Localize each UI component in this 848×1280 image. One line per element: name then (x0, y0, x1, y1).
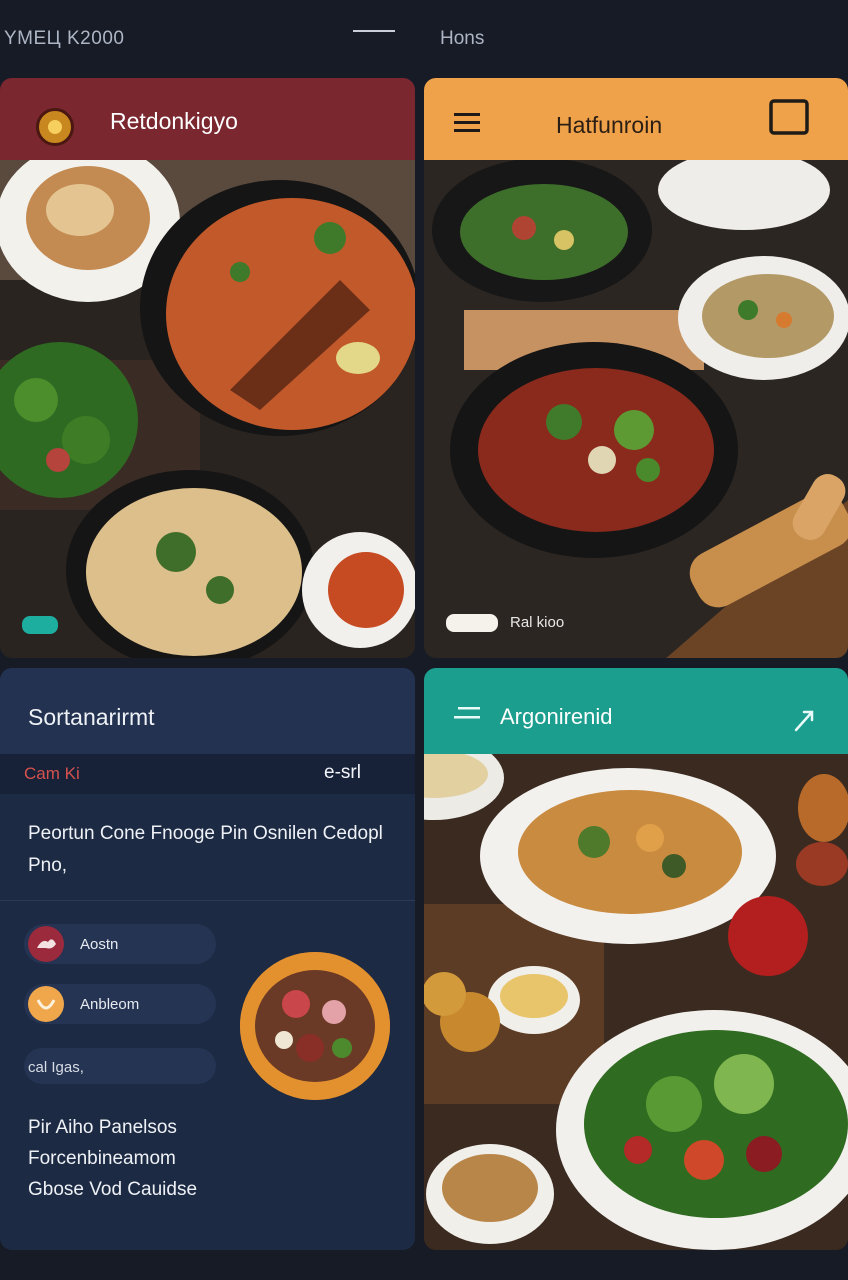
feature-list: Pir Aiho Panelsos Forcenbineamom Gbose V… (28, 1112, 197, 1205)
food-photo (0, 160, 415, 658)
status-bar: YMEЦ K2000 Hons (0, 0, 848, 72)
option-chip[interactable]: cal Igas, (24, 1048, 216, 1084)
recipe-card[interactable]: Hatfunroin Ral kioo (424, 78, 848, 658)
restaurant-card[interactable]: Retdonkigyo (0, 78, 415, 658)
sauce-drop-icon (28, 926, 64, 962)
dish-thumbnail[interactable] (240, 952, 390, 1100)
option-chip[interactable]: Anbleom (24, 984, 216, 1024)
divider (0, 900, 415, 901)
details-card[interactable]: Sortanarirmt Cam Ki e-srl Peortun Cone F… (0, 668, 415, 1250)
card-title: Hatfunroin (556, 112, 663, 138)
smile-icon (28, 986, 64, 1022)
carousel-indicator[interactable] (446, 614, 498, 632)
arrow-up-right-icon[interactable] (792, 706, 818, 734)
menu-card[interactable]: Argonirenid (424, 668, 848, 1250)
status-left-text: YMEЦ K2000 (4, 28, 125, 49)
food-photo (424, 754, 848, 1250)
restaurant-logo-icon (36, 108, 74, 146)
feature-item: Pir Aiho Panelsos (28, 1117, 177, 1138)
square-icon[interactable] (768, 98, 810, 136)
sub-header-left[interactable]: Cam Ki (24, 764, 80, 784)
feature-item: Forcenbineamom (28, 1148, 176, 1169)
chip-label: Anbleom (80, 996, 140, 1013)
status-divider (353, 30, 395, 32)
card-title: Sortanarirmt (28, 704, 155, 730)
carousel-label: Ral kioo (510, 614, 565, 631)
option-chip[interactable]: Aostn (24, 924, 216, 964)
sub-header-right[interactable]: e-srl (324, 762, 361, 784)
feature-item: Gbose Vod Cauidse (28, 1179, 198, 1200)
card-header: Argonirenid (424, 668, 848, 754)
card-header: Retdonkigyo (0, 78, 415, 208)
status-right-text[interactable]: Hons (440, 28, 484, 50)
chip-label: cal Igas, (28, 1059, 84, 1076)
carousel-indicator[interactable] (22, 616, 58, 634)
hamburger-menu-icon[interactable] (454, 112, 480, 134)
card-description: Peortun Cone Fnooge Pin Osnilen Cedopl P… (28, 823, 383, 876)
card-title: Argonirenid (500, 704, 613, 729)
card-header: Hatfunroin (424, 78, 848, 160)
card-title: Retdonkigyo (110, 108, 238, 134)
chip-label: Aostn (80, 936, 119, 953)
food-photo (424, 160, 848, 658)
menu-lines-icon[interactable] (454, 706, 480, 720)
